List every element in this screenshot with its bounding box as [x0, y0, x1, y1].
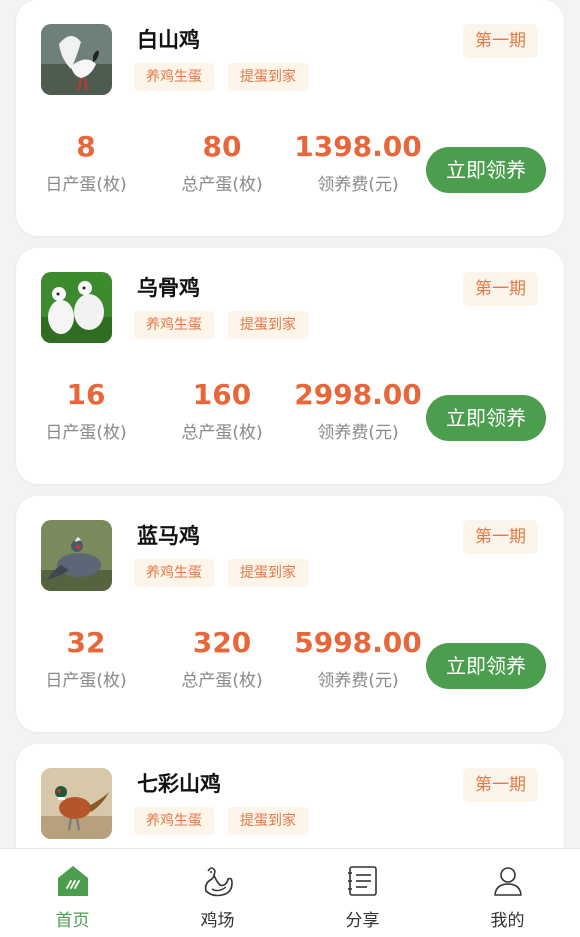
total-eggs-value: 320: [192, 626, 252, 659]
total-eggs-stat: 80 总产蛋(枚): [152, 130, 292, 195]
product-name: 白山鸡: [137, 28, 200, 52]
chicken-farm-icon: [204, 867, 233, 897]
period-badge: 第一期: [463, 520, 538, 554]
tag: 养鸡生蛋: [134, 559, 214, 587]
tag: 提蛋到家: [228, 311, 308, 339]
total-eggs-value: 160: [192, 378, 252, 411]
product-card[interactable]: 蓝马鸡 养鸡生蛋 提蛋到家 第一期 32 日产蛋(枚) 320 总产蛋(枚) 5…: [16, 496, 564, 732]
user-profile-icon: [493, 867, 522, 896]
daily-eggs-label: 日产蛋(枚): [45, 671, 127, 691]
tag: 养鸡生蛋: [134, 63, 214, 91]
total-eggs-stat: 160 总产蛋(枚): [152, 378, 292, 443]
total-eggs-stat: 320 总产蛋(枚): [152, 626, 292, 691]
product-card[interactable]: 七彩山鸡 养鸡生蛋 提蛋到家 第一期: [16, 744, 564, 848]
white-pheasant-photo: [41, 24, 112, 95]
tag: 提蛋到家: [228, 63, 308, 91]
product-tags: 养鸡生蛋 提蛋到家: [134, 807, 308, 835]
adoption-fee-value: 2998.00: [294, 378, 422, 411]
tab-mine[interactable]: 我的: [435, 849, 580, 937]
tab-label: 鸡场: [200, 911, 235, 931]
tag: 养鸡生蛋: [134, 311, 214, 339]
tag: 提蛋到家: [228, 559, 308, 587]
product-card[interactable]: 白山鸡 养鸡生蛋 提蛋到家 第一期 8 日产蛋(枚) 80 总产蛋(枚) 139…: [16, 0, 564, 236]
product-card[interactable]: 乌骨鸡 养鸡生蛋 提蛋到家 第一期 16 日产蛋(枚) 160 总产蛋(枚) 2…: [16, 248, 564, 484]
share-list-icon: [347, 866, 377, 896]
daily-eggs-value: 8: [76, 130, 96, 163]
daily-eggs-stat: 32 日产蛋(枚): [16, 626, 156, 691]
adoption-fee-stat: 1398.00 领养费(元): [288, 130, 428, 195]
adopt-now-button[interactable]: 立即领养: [426, 147, 546, 193]
tab-share[interactable]: 分享: [290, 849, 435, 937]
adoption-fee-label: 领养费(元): [317, 671, 399, 691]
silkie-chicken-photo: [41, 272, 112, 343]
product-tags: 养鸡生蛋 提蛋到家: [134, 559, 308, 587]
blue-eared-pheasant-photo: [41, 520, 112, 591]
adopt-now-button[interactable]: 立即领养: [426, 395, 546, 441]
total-eggs-value: 80: [202, 130, 242, 163]
product-list[interactable]: 白山鸡 养鸡生蛋 提蛋到家 第一期 8 日产蛋(枚) 80 总产蛋(枚) 139…: [0, 0, 580, 848]
product-tags: 养鸡生蛋 提蛋到家: [134, 311, 308, 339]
product-tags: 养鸡生蛋 提蛋到家: [134, 63, 308, 91]
product-name: 乌骨鸡: [137, 276, 200, 300]
tab-chicken-farm[interactable]: 鸡场: [145, 849, 290, 937]
adoption-fee-value: 5998.00: [294, 626, 422, 659]
adoption-fee-value: 1398.00: [294, 130, 422, 163]
daily-eggs-stat: 16 日产蛋(枚): [16, 378, 156, 443]
period-badge: 第一期: [463, 24, 538, 58]
daily-eggs-value: 32: [66, 626, 106, 659]
adoption-fee-stat: 5998.00 领养费(元): [288, 626, 428, 691]
total-eggs-label: 总产蛋(枚): [181, 671, 263, 691]
ring-necked-pheasant-photo: [41, 768, 112, 839]
daily-eggs-stat: 8 日产蛋(枚): [16, 130, 156, 195]
tab-label: 分享: [345, 911, 380, 931]
tab-home[interactable]: 首页: [0, 849, 145, 937]
product-name: 七彩山鸡: [137, 772, 221, 796]
tag: 养鸡生蛋: [134, 807, 214, 835]
period-badge: 第一期: [463, 768, 538, 802]
adopt-now-button[interactable]: 立即领养: [426, 643, 546, 689]
bottom-tab-bar: 首页 鸡场 分享 我的: [0, 848, 580, 937]
tab-label: 首页: [55, 911, 90, 931]
home-icon: [57, 866, 88, 896]
daily-eggs-label: 日产蛋(枚): [45, 175, 127, 195]
period-badge: 第一期: [463, 272, 538, 306]
tag: 提蛋到家: [228, 807, 308, 835]
adoption-fee-stat: 2998.00 领养费(元): [288, 378, 428, 443]
adoption-fee-label: 领养费(元): [317, 175, 399, 195]
daily-eggs-value: 16: [66, 378, 106, 411]
daily-eggs-label: 日产蛋(枚): [45, 423, 127, 443]
adoption-fee-label: 领养费(元): [317, 423, 399, 443]
total-eggs-label: 总产蛋(枚): [181, 423, 263, 443]
product-name: 蓝马鸡: [137, 524, 200, 548]
tab-label: 我的: [490, 911, 525, 931]
total-eggs-label: 总产蛋(枚): [181, 175, 263, 195]
